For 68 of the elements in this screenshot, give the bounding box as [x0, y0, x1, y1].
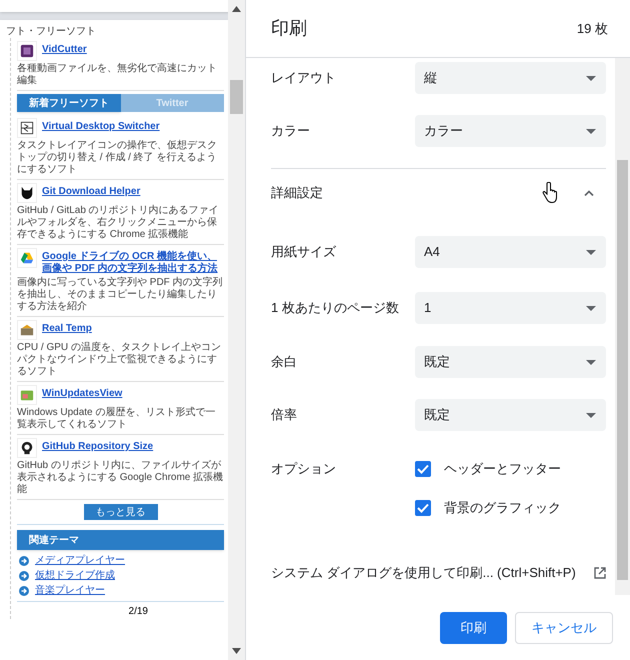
article-link[interactable]: Real Temp [42, 320, 92, 335]
topic-link[interactable]: 仮想ドライブ作成 [35, 568, 115, 583]
scrollbar-thumb[interactable] [230, 80, 243, 114]
scroll-down-icon[interactable] [232, 648, 241, 654]
check-icon [417, 503, 429, 513]
scroll-up-icon[interactable] [232, 6, 241, 12]
article-description: GitHub のリポジトリ内に、ファイルサイズが表示されるようにする Google Chrome 拡張機能 [17, 460, 224, 496]
dropdown-caret-icon [586, 412, 596, 418]
setting-label: レイアウト [271, 69, 337, 87]
dropdown-caret-icon [586, 128, 596, 134]
article-description: Windows Update の履歴を、リスト形式で一覧表示してくれるソフト [17, 407, 216, 431]
arrow-circle-icon [19, 570, 29, 580]
print-button[interactable]: 印刷 [440, 612, 507, 644]
sheet-count: 19 枚 [576, 20, 608, 38]
site-header-text: フト・フリーソフト [6, 26, 97, 38]
cancel-button[interactable]: キャンセル [515, 612, 613, 644]
select-field[interactable]: 1 [415, 292, 606, 324]
topic-link[interactable]: メディアプレイヤー [35, 553, 125, 568]
setting-label: カラー [271, 122, 311, 140]
article-link[interactable]: Google ドライブの OCR 機能を使い、画像や PDF 内の文字列を抽出する方法 [42, 248, 224, 275]
dialog-title: 印刷 [271, 17, 307, 40]
select-field[interactable]: 縦 [415, 62, 606, 94]
article-description: タスクトレイアイコンの操作で、仮想デスクトップの切り替え / 作成 / 終了 を行えるようにするソフト [17, 140, 218, 176]
triangle-icon [20, 251, 34, 265]
setting-label: 余白 [271, 353, 298, 371]
setting-label: 用紙サイズ [271, 243, 337, 261]
scrollbar[interactable] [615, 58, 630, 595]
article-description: 各種動画ファイルを、無劣化で高速にカット編集 [17, 63, 218, 87]
system-dialog-link[interactable]: システム ダイアログを使用して印刷... (Ctrl+Shift+P) [271, 563, 576, 583]
article-link[interactable]: Virtual Desktop Switcher [42, 118, 160, 133]
dropdown-caret-icon [586, 360, 596, 364]
more-button[interactable]: もっと見る [84, 504, 158, 520]
setting-label: 倍率 [271, 406, 298, 424]
setting-label: オプション [271, 460, 337, 478]
article-description: GitHub / GitLab のリポジトリ内にあるファイルやフォルダを、右クリックメニューから保存できるようにする Chrome 拡張機能 [17, 205, 220, 241]
scrollbar-thumb[interactable] [617, 160, 628, 580]
arrow-circle-icon [19, 586, 29, 596]
article-description: CPU / GPU の温度を、タスクトレイ上やコンパクトなウインドウ上で監視できるようにするソフト [17, 342, 222, 378]
dropdown-caret-icon [586, 76, 596, 80]
cat-icon [20, 186, 34, 200]
article-link[interactable]: WinUpdatesView [42, 385, 122, 400]
setting-label: 1 枚あたりのページ数 [271, 299, 400, 317]
tab[interactable]: 新着フリーソフト [17, 94, 120, 112]
select-field[interactable]: A4 [415, 236, 606, 268]
window-arrow-icon [20, 121, 34, 135]
select-field[interactable]: 既定 [415, 399, 606, 431]
checkbox[interactable]: ヘッダーとフッター [415, 459, 561, 479]
scrollbar[interactable] [228, 0, 245, 660]
window-icon [20, 388, 34, 402]
dropdown-caret-icon [586, 306, 596, 310]
select-field[interactable]: 既定 [415, 346, 606, 378]
section-toggle[interactable]: 詳細設定 [271, 169, 606, 217]
section-header: 関連テーマ [17, 530, 224, 550]
chevron-icon [584, 190, 594, 196]
arrow-circle-icon [19, 556, 29, 566]
check-icon [417, 464, 429, 474]
article-link[interactable]: Git Download Helper [42, 183, 140, 198]
select-field[interactable]: カラー [415, 115, 606, 147]
checkbox[interactable]: 背景のグラフィック [415, 498, 561, 518]
page-number: 2/19 [128, 605, 149, 619]
dropdown-caret-icon [586, 250, 596, 254]
hand-cursor-icon [542, 182, 558, 204]
topic-link[interactable]: 音楽プレイヤー [35, 583, 105, 598]
article-link[interactable]: VidCutter [42, 41, 87, 56]
film-icon [20, 44, 34, 58]
article-description: 画像内に写っている文字列や PDF 内の文字列を抽出し、そのままコピーしたり編集したりする方法を紹介 [17, 277, 224, 313]
article-link[interactable]: GitHub Repository Size [42, 438, 154, 453]
external-link-icon[interactable] [594, 567, 606, 579]
